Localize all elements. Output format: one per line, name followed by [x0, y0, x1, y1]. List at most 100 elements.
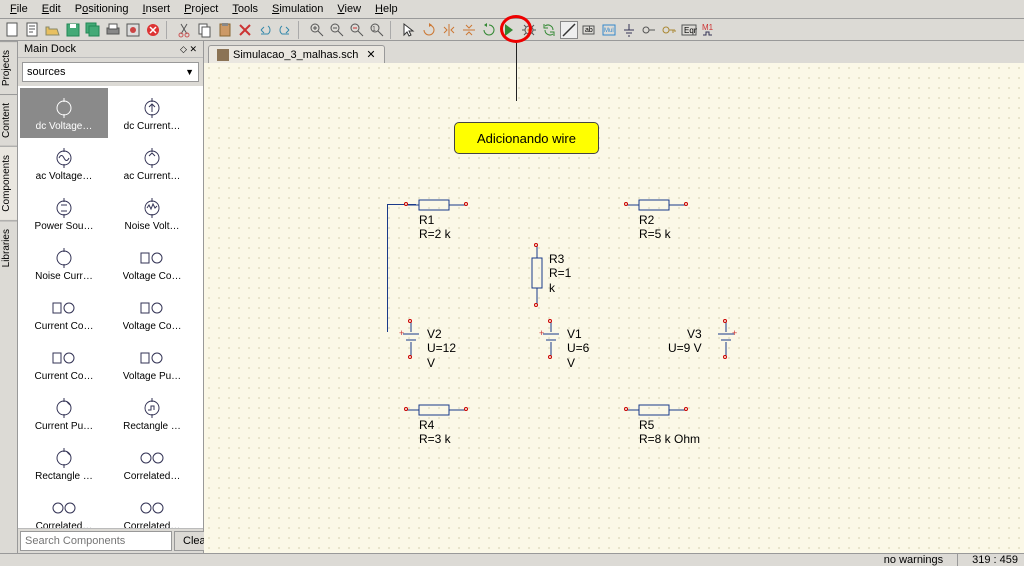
svg-text:M1: M1: [702, 23, 714, 32]
menu-edit[interactable]: Edit: [36, 2, 67, 16]
source-v3[interactable]: + V3U=9 V: [714, 322, 738, 362]
equation-icon[interactable]: Eqn: [680, 21, 698, 39]
tab-projects[interactable]: Projects: [0, 41, 17, 94]
callout-line: [516, 41, 517, 101]
menu-project[interactable]: Project: [178, 2, 224, 16]
key-icon[interactable]: [660, 21, 678, 39]
comp-noise-current[interactable]: Noise Curr…: [20, 238, 108, 288]
menu-simulation[interactable]: Simulation: [266, 2, 329, 16]
comp-rectangle[interactable]: Rectangle …: [108, 388, 196, 438]
status-coords: 319 : 459: [972, 554, 1018, 566]
menu-file[interactable]: File: [4, 2, 34, 16]
comp-rectangle-2[interactable]: Rectangle …: [20, 438, 108, 488]
component-grid[interactable]: dc Voltage… dc Current… ac Voltage… ac C…: [18, 86, 203, 528]
comp-ac-voltage[interactable]: ac Voltage…: [20, 138, 108, 188]
component-category-select[interactable]: sources ▼: [22, 62, 199, 82]
resistor-r2[interactable]: R2R=5 k: [627, 197, 687, 242]
comp-dc-voltage[interactable]: dc Voltage…: [20, 88, 108, 138]
refresh-icon[interactable]: [540, 21, 558, 39]
canvas-panel: Simulacao_3_malhas.sch ✕ Adicionando wir…: [204, 41, 1024, 553]
zoom-in-icon[interactable]: [308, 21, 326, 39]
comp-noise-voltage[interactable]: Noise Volt…: [108, 188, 196, 238]
menu-help[interactable]: Help: [369, 2, 404, 16]
tab-libraries[interactable]: Libraries: [0, 220, 17, 275]
main-area: Projects Content Components Libraries Ma…: [0, 41, 1024, 553]
tab-close-icon[interactable]: ✕: [366, 48, 375, 61]
comp-correlated-3[interactable]: Correlated…: [108, 488, 196, 528]
toolbar: 1 ab Mul Eqn M1: [0, 19, 1024, 41]
dropdown-arrow-icon: ▼: [185, 67, 194, 77]
new-text-icon[interactable]: [24, 21, 42, 39]
resistor-r1[interactable]: R1R=2 k: [407, 197, 467, 242]
svg-text:1: 1: [372, 26, 376, 33]
source-v1[interactable]: + V1U=6 V: [539, 322, 563, 362]
export-icon[interactable]: [124, 21, 142, 39]
open-icon[interactable]: [44, 21, 62, 39]
zoom-reset-icon[interactable]: 1: [368, 21, 386, 39]
cursor-icon[interactable]: [400, 21, 418, 39]
rotate-icon[interactable]: [420, 21, 438, 39]
comp-ac-current[interactable]: ac Current…: [108, 138, 196, 188]
menu-tools[interactable]: Tools: [226, 2, 264, 16]
new-file-icon[interactable]: [4, 21, 22, 39]
undo-icon[interactable]: [256, 21, 274, 39]
comp-current-pulse[interactable]: Current Pu…: [20, 388, 108, 438]
save-icon[interactable]: [64, 21, 82, 39]
side-tabs: Projects Content Components Libraries: [0, 41, 18, 553]
mirror-y-icon[interactable]: [460, 21, 478, 39]
comp-correlated[interactable]: Correlated…: [108, 438, 196, 488]
comp-voltage-pulse[interactable]: Voltage Pu…: [108, 338, 196, 388]
callout-tooltip: Adicionando wire: [454, 122, 599, 154]
close-icon[interactable]: [144, 21, 162, 39]
comp-voltage-controlled[interactable]: Voltage Co…: [108, 238, 196, 288]
redo-icon[interactable]: [276, 21, 294, 39]
wire-icon[interactable]: [560, 21, 578, 39]
paste-icon[interactable]: [216, 21, 234, 39]
search-input[interactable]: [20, 531, 172, 551]
copy-icon[interactable]: [196, 21, 214, 39]
delete-icon[interactable]: [236, 21, 254, 39]
port-icon[interactable]: [640, 21, 658, 39]
comp-current-controlled-2[interactable]: Current Co…: [20, 338, 108, 388]
label-icon[interactable]: ab: [580, 21, 598, 39]
gear-icon[interactable]: [520, 21, 538, 39]
status-warnings: no warnings: [884, 554, 943, 566]
wire-segment[interactable]: [387, 204, 388, 332]
save-all-icon[interactable]: [84, 21, 102, 39]
comp-dc-current[interactable]: dc Current…: [108, 88, 196, 138]
comp-correlated-2[interactable]: Correlated…: [20, 488, 108, 528]
dock-search-bar: Clear: [18, 528, 203, 553]
comp-power-source[interactable]: Power Sou…: [20, 188, 108, 238]
source-v2[interactable]: + V2U=12 V: [399, 322, 423, 362]
resistor-r5[interactable]: R5R=8 k Ohm: [627, 402, 700, 447]
print-icon[interactable]: [104, 21, 122, 39]
resistor-r4[interactable]: R4R=3 k: [407, 402, 467, 447]
menu-positioning[interactable]: Positioning: [69, 2, 135, 16]
pulse-icon[interactable]: M1: [700, 21, 718, 39]
dock-title-bar: Main Dock ◇ ✕: [18, 41, 203, 58]
rotate-ccw-icon[interactable]: [480, 21, 498, 39]
menu-insert[interactable]: Insert: [137, 2, 177, 16]
next-icon[interactable]: [500, 21, 518, 39]
tab-bar: Simulacao_3_malhas.sch ✕: [204, 41, 1024, 63]
zoom-out-icon[interactable]: [328, 21, 346, 39]
tab-content[interactable]: Content: [0, 94, 17, 146]
dock-close-icon[interactable]: ◇ ✕: [180, 44, 197, 55]
zoom-fit-icon[interactable]: [348, 21, 366, 39]
separator: [166, 21, 172, 39]
ground-icon[interactable]: [620, 21, 638, 39]
svg-text:Mul: Mul: [604, 28, 614, 34]
file-tab[interactable]: Simulacao_3_malhas.sch ✕: [208, 45, 385, 63]
comp-voltage-controlled-2[interactable]: Voltage Co…: [108, 288, 196, 338]
menu-view[interactable]: View: [331, 2, 367, 16]
text-tool-icon[interactable]: Mul: [600, 21, 618, 39]
menu-bar: File Edit Positioning Insert Project Too…: [0, 0, 1024, 19]
comp-current-controlled[interactable]: Current Co…: [20, 288, 108, 338]
resistor-r3[interactable]: R3R=1 k: [529, 246, 545, 306]
tab-components[interactable]: Components: [0, 146, 17, 220]
svg-text:+: +: [399, 328, 404, 338]
mirror-x-icon[interactable]: [440, 21, 458, 39]
schematic-canvas[interactable]: Adicionando wire R1R=2 k R2R=5 k R: [204, 63, 1024, 553]
tab-label: Simulacao_3_malhas.sch: [233, 49, 358, 61]
cut-icon[interactable]: [176, 21, 194, 39]
